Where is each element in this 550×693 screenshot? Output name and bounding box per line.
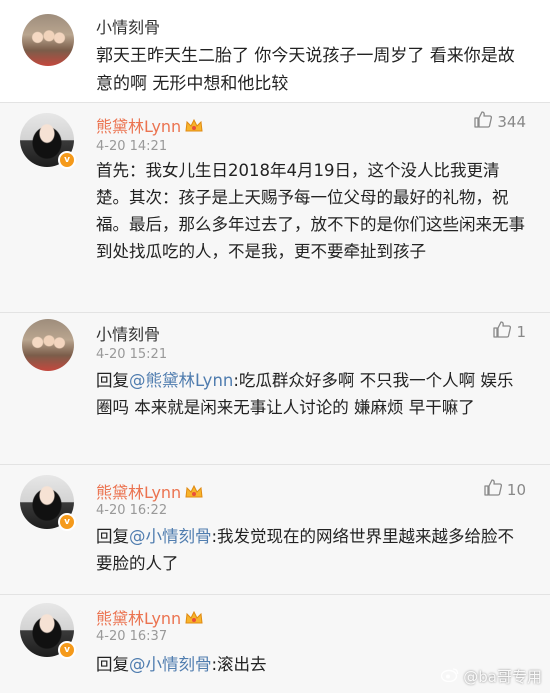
- like-count: 344: [497, 112, 526, 131]
- comment-item: v 熊黛林Lynn 344 4-20 14:21 首先：我女儿生日2018年4月…: [0, 102, 550, 313]
- timestamp: 4-20 14:21: [96, 139, 168, 154]
- mention-link[interactable]: @熊黛林Lynn: [129, 371, 233, 390]
- post-text: 郭天王昨天生二胎了 你今天说孩子一周岁了 看来你是故意的啊 无形中想和他比较: [96, 46, 515, 94]
- author-name[interactable]: 熊黛林Lynn: [96, 113, 204, 137]
- timestamp: 4-20 16:37: [96, 629, 168, 644]
- thumbs-up-icon: [474, 111, 493, 132]
- top-post: 小情刻骨 郭天王昨天生二胎了 你今天说孩子一周岁了 看来你是故意的啊 无形中想和…: [0, 0, 550, 102]
- crown-icon: [184, 118, 204, 134]
- weibo-logo-icon: [441, 667, 459, 686]
- mention-link[interactable]: @小情刻骨: [129, 655, 212, 674]
- like-button[interactable]: 344: [474, 111, 526, 132]
- crown-icon: [184, 484, 204, 500]
- author-name[interactable]: 小情刻骨: [96, 14, 160, 38]
- comment-text: 首先：我女儿生日2018年4月19日，这个没人比我更清楚。其次：孩子是上天赐予每…: [96, 161, 525, 261]
- author-name[interactable]: 熊黛林Lynn: [96, 605, 204, 629]
- timestamp: 4-20 16:22: [96, 503, 168, 518]
- comment-text: 回复@熊黛林Lynn:吃瓜群众好多啊 不只我一个人啊 娱乐圈吗 本来就是闲来无事…: [96, 371, 514, 417]
- comment-item: v 熊黛林Lynn 4-20 16:37 回复@小情刻骨:滚出去 @ba哥专用: [0, 594, 550, 693]
- verified-badge-icon: v: [58, 641, 76, 659]
- verified-badge-icon: v: [58, 151, 76, 169]
- verified-badge-icon: v: [58, 513, 76, 531]
- thumbs-up-icon: [493, 321, 512, 342]
- crown-icon: [184, 610, 204, 626]
- author-name[interactable]: 熊黛林Lynn: [96, 479, 204, 503]
- like-count: 10: [506, 480, 526, 499]
- thumbs-up-icon: [484, 479, 502, 500]
- comment-item: 小情刻骨 1 4-20 15:21 回复@熊黛林Lynn:吃瓜群众好多啊 不只我…: [0, 312, 550, 465]
- watermark: @ba哥专用: [441, 666, 542, 687]
- like-button[interactable]: 1: [493, 321, 526, 342]
- timestamp: 4-20 15:21: [96, 347, 168, 362]
- avatar[interactable]: [22, 319, 74, 371]
- mention-link[interactable]: @小情刻骨: [129, 527, 212, 546]
- author-name[interactable]: 小情刻骨: [96, 321, 160, 345]
- comment-item: v 熊黛林Lynn 10 4-20 16:22 回复@小情刻骨:我发觉现在的网络…: [0, 464, 550, 595]
- like-count: 1: [516, 322, 526, 341]
- like-button[interactable]: 10: [484, 479, 526, 500]
- avatar[interactable]: [22, 14, 74, 66]
- comment-text: 回复@小情刻骨:我发觉现在的网络世界里越来越多给脸不要脸的人了: [96, 527, 515, 573]
